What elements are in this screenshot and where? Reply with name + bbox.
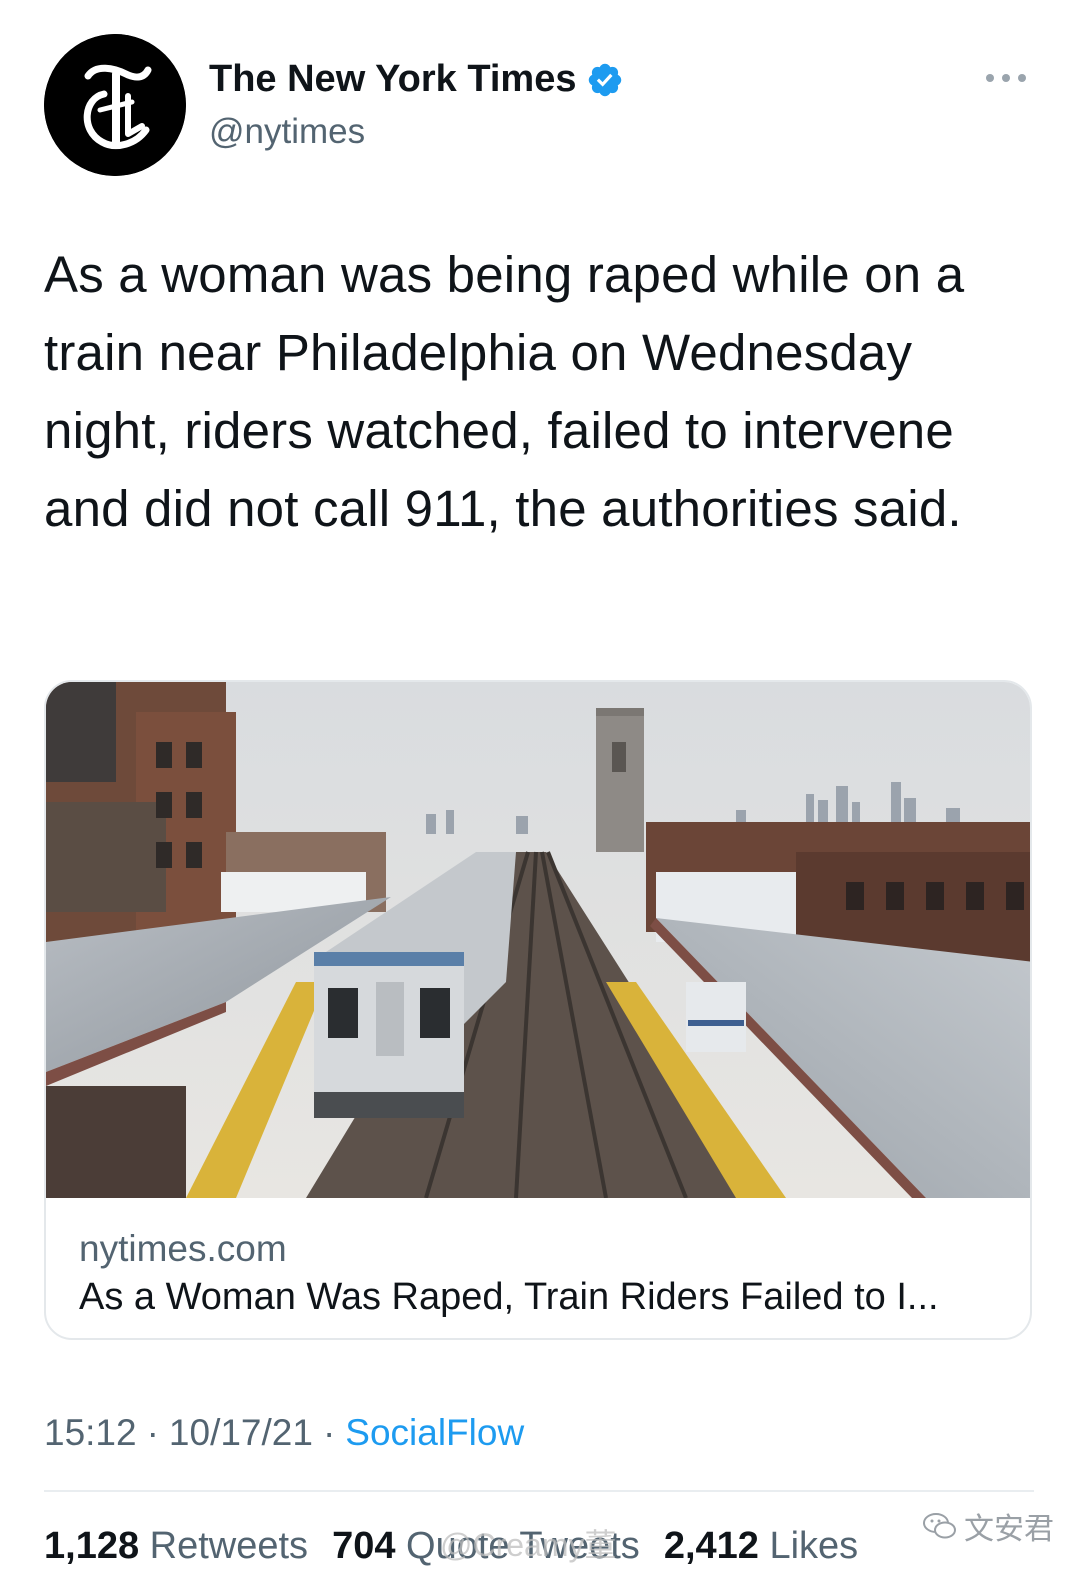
divider (44, 1490, 1034, 1492)
nyt-logo-icon (44, 34, 186, 176)
name-row: The New York Times (209, 58, 624, 101)
retweets-count: 1,128 (44, 1525, 140, 1567)
quote-tweets-count: 704 (332, 1525, 396, 1567)
tweet-meta: 15:12 · 10/17/21 · SocialFlow (44, 1412, 524, 1454)
meta-separator: · (146, 1412, 159, 1453)
weibo-watermark: @Creamy董 (440, 1527, 617, 1563)
card-image (46, 682, 1030, 1198)
likes-stat[interactable]: 2,412 Likes (664, 1525, 858, 1568)
tweet-source-link[interactable]: SocialFlow (345, 1412, 524, 1454)
display-name[interactable]: The New York Times (209, 58, 576, 101)
likes-label: Likes (769, 1525, 859, 1567)
wechat-icon (923, 1513, 956, 1539)
card-domain: nytimes.com (79, 1228, 287, 1269)
tweet-text: As a woman was being raped while on a tr… (44, 246, 965, 537)
retweets-stat[interactable]: 1,128 Retweets (44, 1525, 308, 1568)
card-title: As a Woman Was Raped, Train Riders Faile… (79, 1276, 939, 1318)
tweet-header: The New York Times @nytimes (44, 34, 1036, 176)
verified-badge-icon (586, 61, 624, 99)
likes-count: 2,412 (663, 1525, 759, 1567)
handle[interactable]: @nytimes (209, 112, 365, 152)
wechat-watermark-text: 文安君 (964, 1513, 1054, 1546)
tweet-date[interactable]: 10/17/21 (169, 1412, 313, 1454)
wechat-watermark: 文安君 (922, 1504, 1054, 1548)
link-card[interactable]: nytimes.com As a Woman Was Raped, Train … (44, 680, 1032, 1340)
avatar[interactable] (44, 34, 186, 176)
retweets-label: Retweets (149, 1525, 309, 1567)
tweet-time[interactable]: 15:12 (44, 1412, 137, 1454)
meta-separator: · (322, 1412, 336, 1453)
train-station-photo (46, 682, 1030, 1198)
more-options-icon[interactable] (986, 72, 1026, 84)
